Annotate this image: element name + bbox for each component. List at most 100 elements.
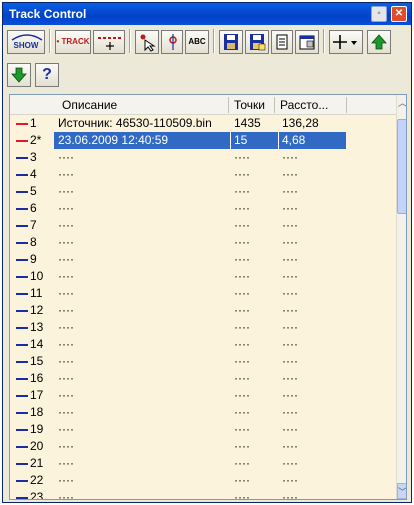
track-points: ···· — [234, 422, 250, 436]
header-divider — [346, 97, 347, 113]
track-description: ···· — [58, 286, 74, 300]
track-description: ···· — [58, 184, 74, 198]
track-distance: ···· — [282, 490, 298, 500]
track-number: 3 — [30, 150, 37, 164]
move-up-button[interactable] — [367, 30, 391, 54]
list-header: Описание Точки Рассто... — [10, 95, 396, 115]
title-bar[interactable]: Track Control ◦ ✕ — [3, 3, 411, 25]
track-description: ···· — [58, 167, 74, 181]
track-row[interactable]: 3 ···· ···· ···· — [10, 149, 396, 166]
track-description: Источник: 46530-110509.bin — [58, 116, 212, 130]
text-label-button[interactable]: ABC — [185, 30, 209, 54]
track-color-swatch — [16, 395, 28, 397]
track-distance: ···· — [282, 371, 298, 385]
track-description: ···· — [58, 354, 74, 368]
track-row[interactable]: 9 ···· ···· ···· — [10, 251, 396, 268]
track-number: 11 — [30, 286, 43, 300]
track-cells: ···· ···· ···· — [54, 166, 346, 183]
track-color-swatch — [16, 123, 28, 125]
track-points: ···· — [234, 439, 250, 453]
track-row[interactable]: 12 ···· ···· ···· — [10, 302, 396, 319]
list-view-button[interactable] — [271, 30, 293, 54]
add-track-point-button[interactable] — [93, 30, 125, 54]
track-row[interactable]: 21 ···· ···· ···· — [10, 455, 396, 472]
main-toolbar: SHOW • TRACK ABC — [3, 26, 411, 57]
track-row[interactable]: 7 ···· ···· ···· — [10, 217, 396, 234]
track-control-window: Track Control ◦ ✕ SHOW • TRACK ABC ? Опи… — [2, 2, 412, 503]
track-cells: ···· ···· ···· — [54, 336, 346, 353]
track-color-swatch — [16, 361, 28, 363]
options-button[interactable]: ◦ — [371, 6, 387, 22]
scroll-down-icon[interactable]: ﹀ — [397, 483, 406, 499]
close-button[interactable]: ✕ — [391, 6, 407, 22]
track-distance: ···· — [282, 388, 298, 402]
track-row[interactable]: 10 ···· ···· ···· — [10, 268, 396, 285]
column-distance[interactable]: Рассто... — [280, 98, 328, 112]
track-row[interactable]: 20 ···· ···· ···· — [10, 438, 396, 455]
track-distance: ···· — [282, 218, 298, 232]
track-row[interactable]: 15 ···· ···· ···· — [10, 353, 396, 370]
column-description[interactable]: Описание — [62, 98, 117, 112]
properties-button[interactable] — [295, 30, 319, 54]
move-down-button[interactable] — [7, 63, 31, 87]
track-cells: ···· ···· ···· — [54, 370, 346, 387]
track-cells: ···· ···· ···· — [54, 353, 346, 370]
track-row[interactable]: 23 ···· ···· ···· — [10, 489, 396, 500]
track-row[interactable]: 14 ···· ···· ···· — [10, 336, 396, 353]
cursor-icon — [140, 34, 156, 52]
track-color-swatch — [16, 412, 28, 414]
track-row[interactable]: 1 Источник: 46530-110509.bin 1435 136,28 — [10, 115, 396, 132]
save-as-button[interactable] — [245, 30, 269, 54]
help-button[interactable]: ? — [35, 63, 59, 87]
track-distance: ···· — [282, 167, 298, 181]
track-row[interactable]: 4 ···· ···· ···· — [10, 166, 396, 183]
save-button[interactable] — [219, 30, 243, 54]
track-points: ···· — [234, 490, 250, 500]
track-description: ···· — [58, 337, 74, 351]
track-cells: ···· ···· ···· — [54, 217, 346, 234]
scroll-up-icon[interactable]: ︿ — [397, 95, 406, 111]
track-cells: ···· ···· ···· — [54, 183, 346, 200]
track-color-swatch — [16, 344, 28, 346]
track-row[interactable]: 18 ···· ···· ···· — [10, 404, 396, 421]
track-color-swatch — [16, 208, 28, 210]
show-button[interactable]: SHOW — [7, 30, 45, 54]
track-row[interactable]: 11 ···· ···· ···· — [10, 285, 396, 302]
track-number: 20 — [30, 439, 44, 453]
track-row[interactable]: 22 ···· ···· ···· — [10, 472, 396, 489]
track-number: 10 — [30, 269, 44, 283]
track-distance: ···· — [282, 201, 298, 215]
track-points: ···· — [234, 286, 250, 300]
track-cells: ···· ···· ···· — [54, 438, 346, 455]
track-cells: Источник: 46530-110509.bin 1435 136,28 — [54, 115, 346, 132]
select-pointer-button[interactable] — [135, 30, 159, 54]
track-row[interactable]: 8 ···· ···· ···· — [10, 234, 396, 251]
track-row[interactable]: 2* 23.06.2009 12:40:59 15 4,68 — [10, 132, 396, 149]
column-points[interactable]: Точки — [234, 98, 265, 112]
track-row[interactable]: 6 ···· ···· ···· — [10, 200, 396, 217]
track-color-swatch — [16, 378, 28, 380]
track-row[interactable]: 16 ···· ···· ···· — [10, 370, 396, 387]
track-description: ···· — [58, 269, 74, 283]
move-menu-button[interactable] — [329, 30, 363, 54]
track-list[interactable]: Описание Точки Рассто... 1 Источник: 4653… — [9, 94, 407, 500]
properties-icon — [299, 35, 315, 50]
track-row[interactable]: 19 ···· ···· ···· — [10, 421, 396, 438]
track-description: ···· — [58, 422, 74, 436]
track-distance: ···· — [282, 473, 298, 487]
track-row[interactable]: 17 ···· ···· ···· — [10, 387, 396, 404]
track-color-swatch — [16, 225, 28, 227]
track-distance: ···· — [282, 422, 298, 436]
track-color-swatch — [16, 191, 28, 193]
scroll-thumb[interactable] — [397, 119, 406, 214]
track-number: 6 — [30, 201, 37, 215]
point-marker-button[interactable] — [161, 30, 183, 54]
track-row[interactable]: 5 ···· ···· ···· — [10, 183, 396, 200]
track-number: 22 — [30, 473, 44, 487]
track-distance: ···· — [282, 405, 298, 419]
track-button[interactable]: • TRACK — [55, 30, 91, 54]
vertical-scrollbar[interactable]: ︿ ﹀ — [396, 95, 406, 499]
track-row[interactable]: 13 ···· ···· ···· — [10, 319, 396, 336]
track-color-swatch — [16, 259, 28, 261]
track-distance: ···· — [282, 456, 298, 470]
